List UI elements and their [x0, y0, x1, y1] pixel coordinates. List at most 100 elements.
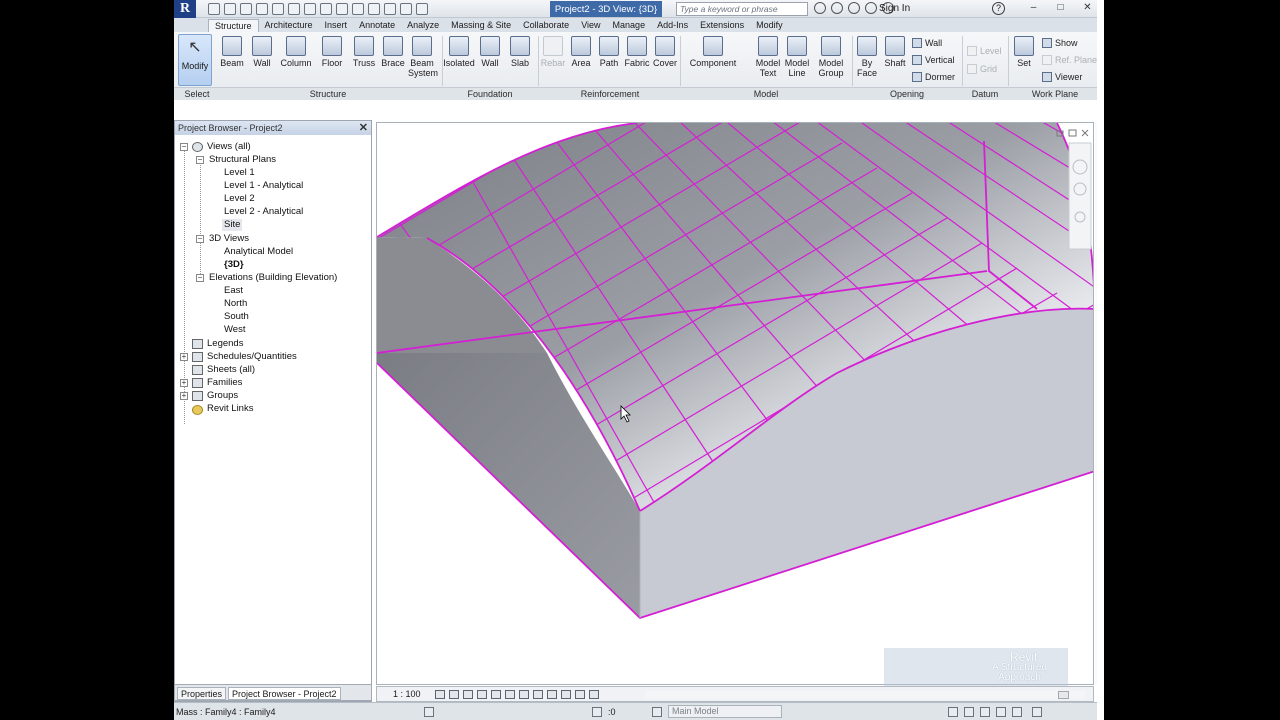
model-group-tool[interactable]: Model Group — [816, 36, 846, 78]
model-line-tool[interactable]: Model Line — [783, 36, 811, 78]
3d-view-canvas[interactable] — [376, 122, 1094, 685]
tree-node-groups[interactable]: Groups — [207, 390, 238, 402]
column-tool[interactable]: Column — [279, 36, 313, 68]
tab-add-ins[interactable]: Add-Ins — [651, 19, 694, 32]
horizontal-scrollbar[interactable] — [645, 691, 1085, 699]
tab-view[interactable]: View — [575, 19, 606, 32]
tree-node-elevations[interactable]: Elevations (Building Elevation) — [209, 272, 337, 284]
wall-opening-tool[interactable]: Wall — [912, 38, 942, 48]
select-underlay-icon[interactable] — [964, 707, 974, 717]
ref-plane-tool[interactable]: Ref. Plane — [1042, 55, 1097, 65]
minimize-button[interactable]: – — [1020, 0, 1047, 16]
search-input[interactable]: Type a keyword or phrase — [676, 2, 808, 16]
reveal-hidden-icon[interactable] — [561, 689, 571, 699]
panel-select[interactable]: Select — [178, 88, 216, 100]
tree-node-level-2-analytical[interactable]: Level 2 - Analytical — [224, 206, 303, 218]
expand-icon[interactable]: + — [180, 353, 188, 361]
collapse-icon[interactable]: − — [180, 143, 188, 151]
highlight-displacement-icon[interactable] — [589, 689, 599, 699]
modify-button[interactable]: ↖ Modify — [178, 34, 212, 86]
crop-view-icon[interactable] — [505, 689, 515, 699]
select-links-icon[interactable] — [948, 707, 958, 717]
area-reinforcement-tool[interactable]: Area — [570, 36, 592, 68]
by-face-tool[interactable]: By Face — [855, 36, 879, 78]
fabric-tool[interactable]: Fabric — [624, 36, 650, 68]
cover-tool[interactable]: Cover — [652, 36, 678, 68]
panel-reinforcement[interactable]: Reinforcement — [540, 88, 680, 100]
level-tool[interactable]: Level — [967, 46, 1002, 56]
tab-analyze[interactable]: Analyze — [401, 19, 445, 32]
tab-manage[interactable]: Manage — [607, 19, 652, 32]
vertical-opening-tool[interactable]: Vertical — [912, 55, 955, 65]
thin-lines-icon[interactable] — [384, 2, 396, 15]
component-tool[interactable]: Component — [686, 36, 740, 68]
subscription-icon[interactable] — [831, 2, 843, 14]
tree-node-3d[interactable]: {3D} — [224, 259, 244, 271]
sun-path-icon[interactable] — [463, 689, 473, 699]
shaft-tool[interactable]: Shaft — [882, 36, 908, 68]
tree-node-west[interactable]: West — [224, 324, 245, 336]
wall-foundation-tool[interactable]: Wall — [478, 36, 502, 68]
sync-icon[interactable] — [240, 2, 252, 15]
tab-extensions[interactable]: Extensions — [694, 19, 750, 32]
switch-windows-icon[interactable] — [416, 2, 428, 15]
help-icon[interactable]: ? — [992, 2, 1005, 15]
section-icon[interactable] — [368, 2, 380, 15]
save-icon[interactable] — [224, 2, 236, 15]
truss-tool[interactable]: Truss — [352, 36, 376, 68]
expand-icon[interactable]: + — [180, 379, 188, 387]
close-hidden-windows-icon[interactable] — [400, 2, 412, 15]
shadows-icon[interactable] — [477, 689, 487, 699]
tab-architecture[interactable]: Architecture — [259, 19, 319, 32]
isolated-foundation-tool[interactable]: Isolated — [442, 36, 476, 68]
maximize-button[interactable]: □ — [1047, 0, 1074, 16]
drag-elements-icon[interactable] — [1012, 707, 1022, 717]
show-crop-icon[interactable] — [519, 689, 529, 699]
brace-tool[interactable]: Brace — [381, 36, 405, 68]
tab-modify[interactable]: Modify — [750, 19, 789, 32]
tree-node-south[interactable]: South — [224, 311, 249, 323]
tree-node-site[interactable]: Site — [222, 219, 243, 231]
navigation-bar[interactable] — [1068, 142, 1092, 250]
beam-tool[interactable]: Beam — [220, 36, 244, 68]
tree-node-sheets[interactable]: Sheets (all) — [207, 364, 255, 376]
path-reinforcement-tool[interactable]: Path — [598, 36, 620, 68]
redo-icon[interactable] — [272, 2, 284, 15]
scroll-thumb[interactable] — [1058, 691, 1069, 699]
tree-node-level-1-analytical[interactable]: Level 1 - Analytical — [224, 180, 303, 192]
wall-tool[interactable]: Wall — [251, 36, 273, 68]
tree-node-3d-views[interactable]: 3D Views — [209, 233, 249, 245]
slab-tool[interactable]: Slab — [508, 36, 532, 68]
design-options-icon[interactable] — [652, 707, 662, 717]
select-pinned-icon[interactable] — [980, 707, 990, 717]
tab-insert[interactable]: Insert — [319, 19, 354, 32]
active-model-dropdown[interactable]: Main Model — [668, 705, 782, 718]
select-by-face-icon[interactable] — [996, 707, 1006, 717]
set-workplane-tool[interactable]: Set — [1012, 36, 1036, 68]
visual-style-icon[interactable] — [449, 689, 459, 699]
tree-node-views-all[interactable]: Views (all) — [207, 141, 251, 153]
tab-properties[interactable]: Properties — [177, 687, 227, 700]
selection-filter-icon[interactable] — [592, 707, 602, 717]
communication-icon[interactable] — [848, 2, 860, 14]
view-restore-icon[interactable] — [1068, 129, 1077, 137]
tree-node-level-2[interactable]: Level 2 — [224, 193, 255, 205]
model-text-tool[interactable]: Model Text — [754, 36, 782, 78]
analytical-model-icon[interactable] — [575, 689, 585, 699]
measure-icon[interactable] — [304, 2, 316, 15]
dimension-icon[interactable] — [320, 2, 332, 15]
tree-node-level-1[interactable]: Level 1 — [224, 167, 255, 179]
tab-project-browser[interactable]: Project Browser - Project2 — [228, 687, 341, 700]
render-icon[interactable] — [491, 689, 501, 699]
tree-node-families[interactable]: Families — [207, 377, 242, 389]
collapse-icon[interactable]: − — [196, 235, 204, 243]
favorites-star-icon[interactable] — [865, 2, 877, 14]
tab-massing-site[interactable]: Massing & Site — [445, 19, 517, 32]
lock-view-icon[interactable] — [533, 689, 543, 699]
expand-icon[interactable]: + — [180, 392, 188, 400]
tree-node-revit-links[interactable]: Revit Links — [207, 403, 253, 415]
dormer-opening-tool[interactable]: Dormer — [912, 72, 955, 82]
tree-node-schedules[interactable]: Schedules/Quantities — [207, 351, 297, 363]
sign-in-button[interactable]: Sign In — [879, 3, 910, 14]
floor-tool[interactable]: Floor — [319, 36, 345, 68]
